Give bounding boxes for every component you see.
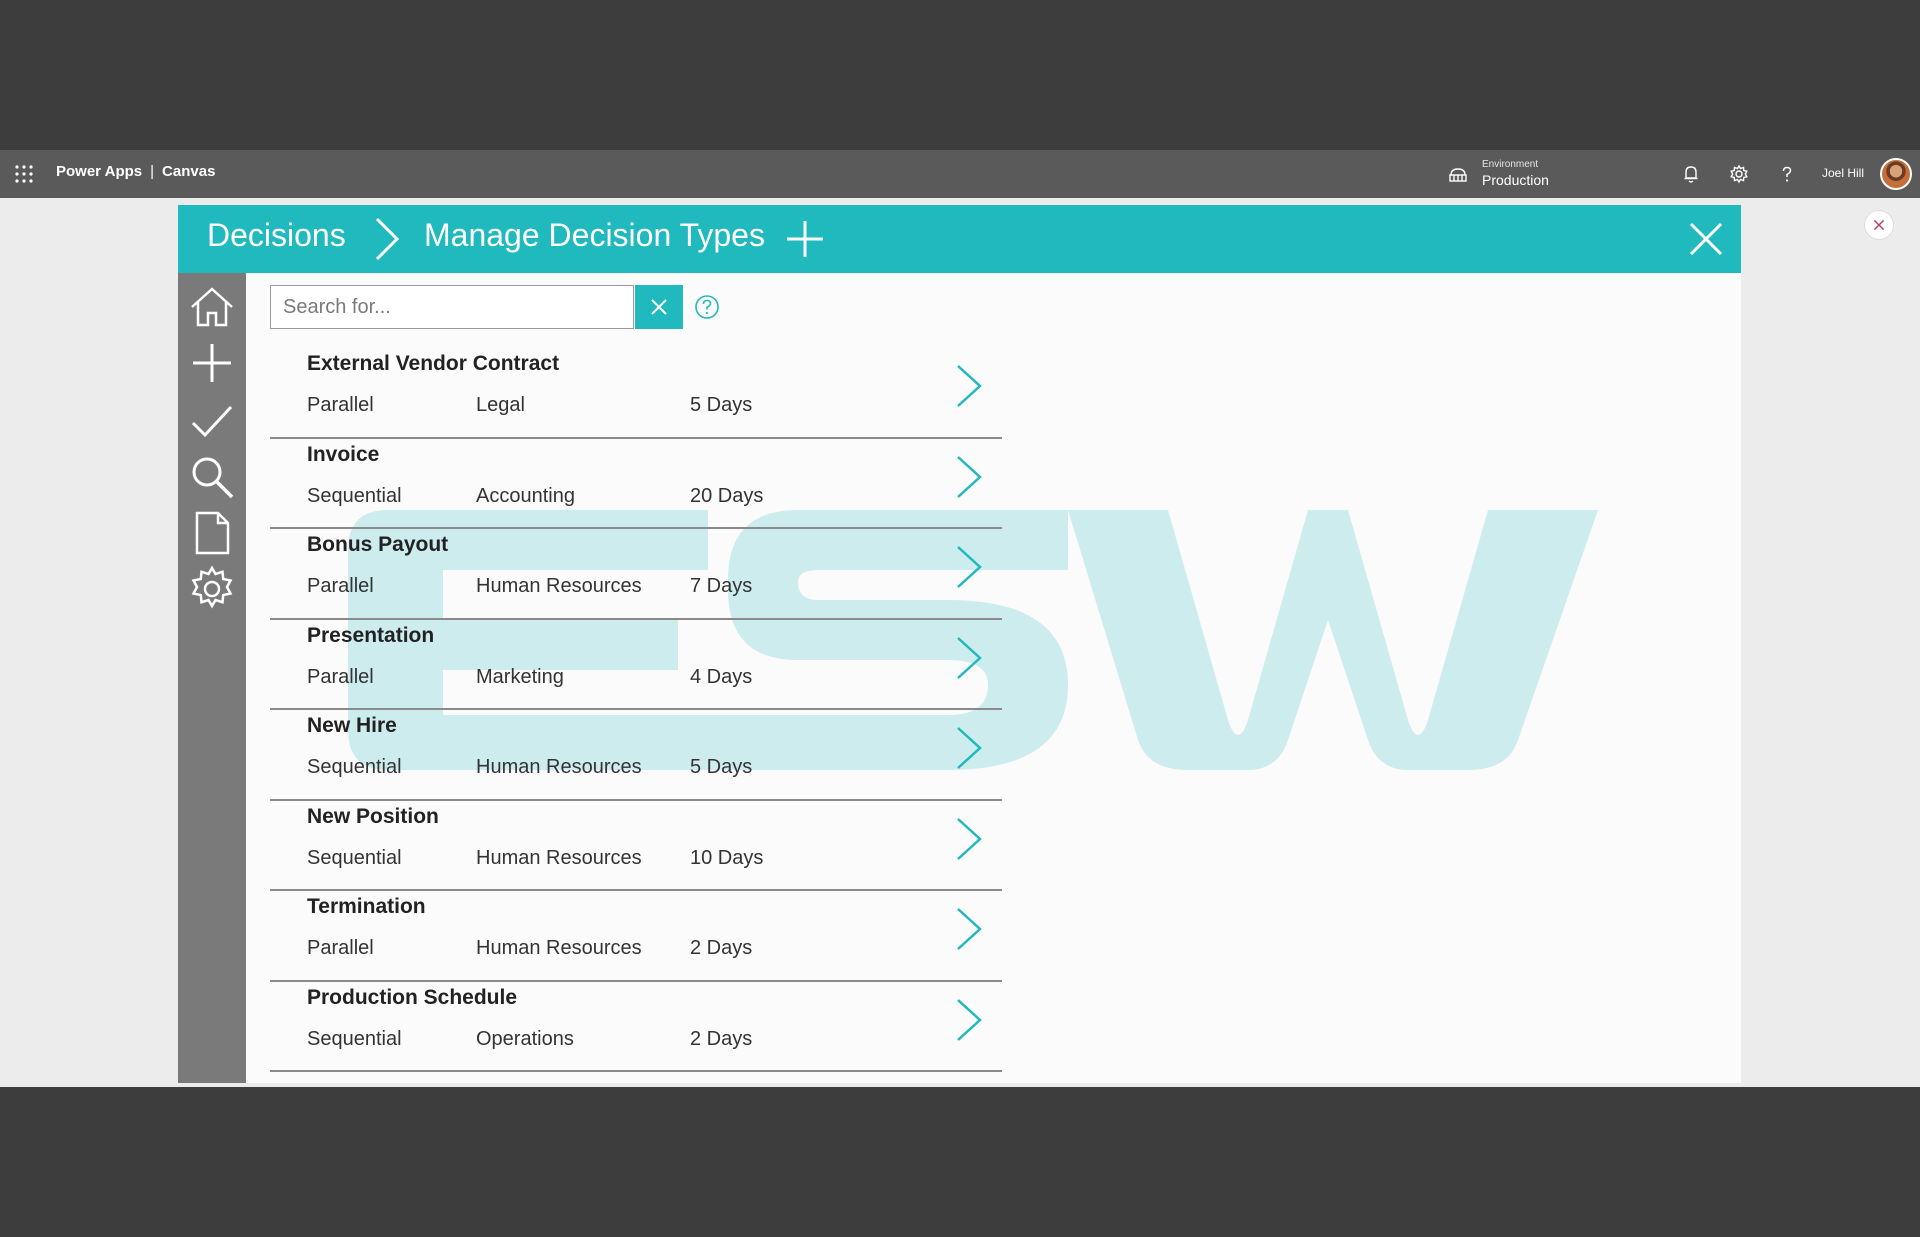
chevron-right-icon[interactable]: [954, 724, 984, 772]
decision-type-name: Presentation: [307, 623, 435, 647]
gear-icon[interactable]: [1728, 163, 1750, 185]
chevron-right-icon[interactable]: [954, 543, 984, 591]
decision-type-name: Production Schedule: [307, 985, 518, 1009]
chevron-right-icon[interactable]: [954, 815, 984, 863]
decision-type-mode: Sequential: [307, 484, 402, 507]
avatar[interactable]: [1880, 158, 1912, 190]
list-item[interactable]: Production Schedule Sequential Operations 2…: [270, 982, 1002, 1072]
help-icon[interactable]: [694, 294, 720, 320]
page-title: Manage Decision Types: [424, 217, 765, 253]
app-canvas: Decisions Manage Decision Types Search f…: [178, 205, 1741, 1083]
list-item[interactable]: New Hire Sequential Human Resources 5 Days: [270, 710, 1002, 801]
list-item[interactable]: External Vendor Contract Parallel Legal 5 D…: [270, 348, 1002, 439]
list-item[interactable]: Presentation Parallel Marketing 4 Days: [270, 620, 1002, 710]
decision-type-department: Human Resources: [476, 575, 642, 597]
brand-separator: |: [150, 163, 155, 180]
add-decision-type-button[interactable]: [785, 219, 825, 259]
search-input[interactable]: [270, 285, 634, 329]
decision-type-name: External Vendor Contract: [307, 352, 560, 375]
bell-icon[interactable]: [1680, 163, 1702, 185]
home-icon[interactable]: [188, 283, 236, 331]
decision-type-department: Marketing: [476, 665, 564, 688]
chevron-right-icon[interactable]: [954, 362, 984, 410]
environment-icon: [1449, 168, 1467, 182]
section-name: Canvas: [162, 163, 216, 180]
breadcrumb-decisions[interactable]: Decisions: [207, 217, 346, 254]
decision-type-duration: 5 Days: [690, 394, 753, 416]
chevron-right-icon: [375, 217, 400, 261]
decision-type-mode: Sequential: [307, 1027, 402, 1050]
app-name[interactable]: Power Apps: [56, 163, 142, 180]
decision-type-department: Legal: [476, 394, 525, 416]
decision-type-name: Termination: [307, 895, 426, 918]
app-brand: Power Apps | Canvas: [56, 163, 215, 180]
document-icon[interactable]: [188, 509, 236, 557]
chevron-right-icon[interactable]: [954, 905, 984, 953]
decision-type-mode: Parallel: [307, 394, 374, 416]
powerapps-header: Power Apps | Canvas Environment Production…: [0, 150, 1920, 198]
decision-type-duration: 7 Days: [690, 575, 753, 597]
decision-type-mode: Parallel: [307, 665, 374, 688]
decision-type-department: Operations: [476, 1027, 574, 1050]
decision-type-department: Human Resources: [476, 937, 642, 959]
decision-type-duration: 20 Days: [690, 484, 764, 507]
decision-type-department: Human Resources: [476, 756, 642, 778]
decision-type-mode: Parallel: [307, 937, 374, 959]
decision-type-mode: Sequential: [307, 846, 402, 869]
decision-type-duration: 5 Days: [690, 756, 753, 778]
decision-type-department: Accounting: [476, 484, 575, 507]
list-item[interactable]: Termination Parallel Human Resources 2 Days: [270, 891, 1002, 982]
app-titlebar: Decisions Manage Decision Types: [178, 205, 1741, 273]
gear-icon[interactable]: [188, 565, 236, 613]
decision-type-duration: 2 Days: [690, 1027, 753, 1050]
decision-type-duration: 2 Days: [690, 937, 753, 959]
decision-type-name: New Position: [307, 804, 439, 828]
decision-type-duration: 10 Days: [690, 846, 764, 869]
decision-type-duration: 4 Days: [690, 665, 753, 688]
help-icon[interactable]: [1776, 163, 1798, 185]
decision-type-mode: Parallel: [307, 575, 374, 597]
decision-type-department: Human Resources: [476, 846, 642, 869]
list-item[interactable]: Invoice Sequential Accounting 20 Days: [270, 439, 1002, 529]
chevron-right-icon[interactable]: [954, 634, 984, 682]
decision-type-name: New Hire: [307, 714, 397, 737]
decision-type-list: External Vendor Contract Parallel Legal 5 D…: [270, 348, 1002, 1072]
environment-value: Production: [1482, 172, 1549, 188]
chevron-right-icon[interactable]: [954, 996, 984, 1044]
chevron-right-icon[interactable]: [954, 453, 984, 501]
close-icon[interactable]: [1864, 210, 1894, 240]
check-icon[interactable]: [188, 397, 236, 445]
environment-label: Environment: [1482, 159, 1539, 170]
side-navigation: [178, 273, 246, 1083]
close-button[interactable]: [1688, 221, 1724, 257]
waffle-icon[interactable]: [14, 164, 34, 184]
plus-icon[interactable]: [188, 339, 236, 387]
list-item[interactable]: New Position Sequential Human Resources 10 …: [270, 801, 1002, 891]
search-icon[interactable]: [188, 453, 236, 501]
list-item[interactable]: Bonus Payout Parallel Human Resources 7 Day…: [270, 529, 1002, 620]
decision-type-mode: Sequential: [307, 756, 402, 778]
user-name[interactable]: Joel Hill: [1822, 166, 1864, 180]
decision-type-name: Bonus Payout: [307, 533, 449, 556]
clear-search-button[interactable]: [635, 285, 683, 329]
decision-type-name: Invoice: [307, 442, 380, 466]
